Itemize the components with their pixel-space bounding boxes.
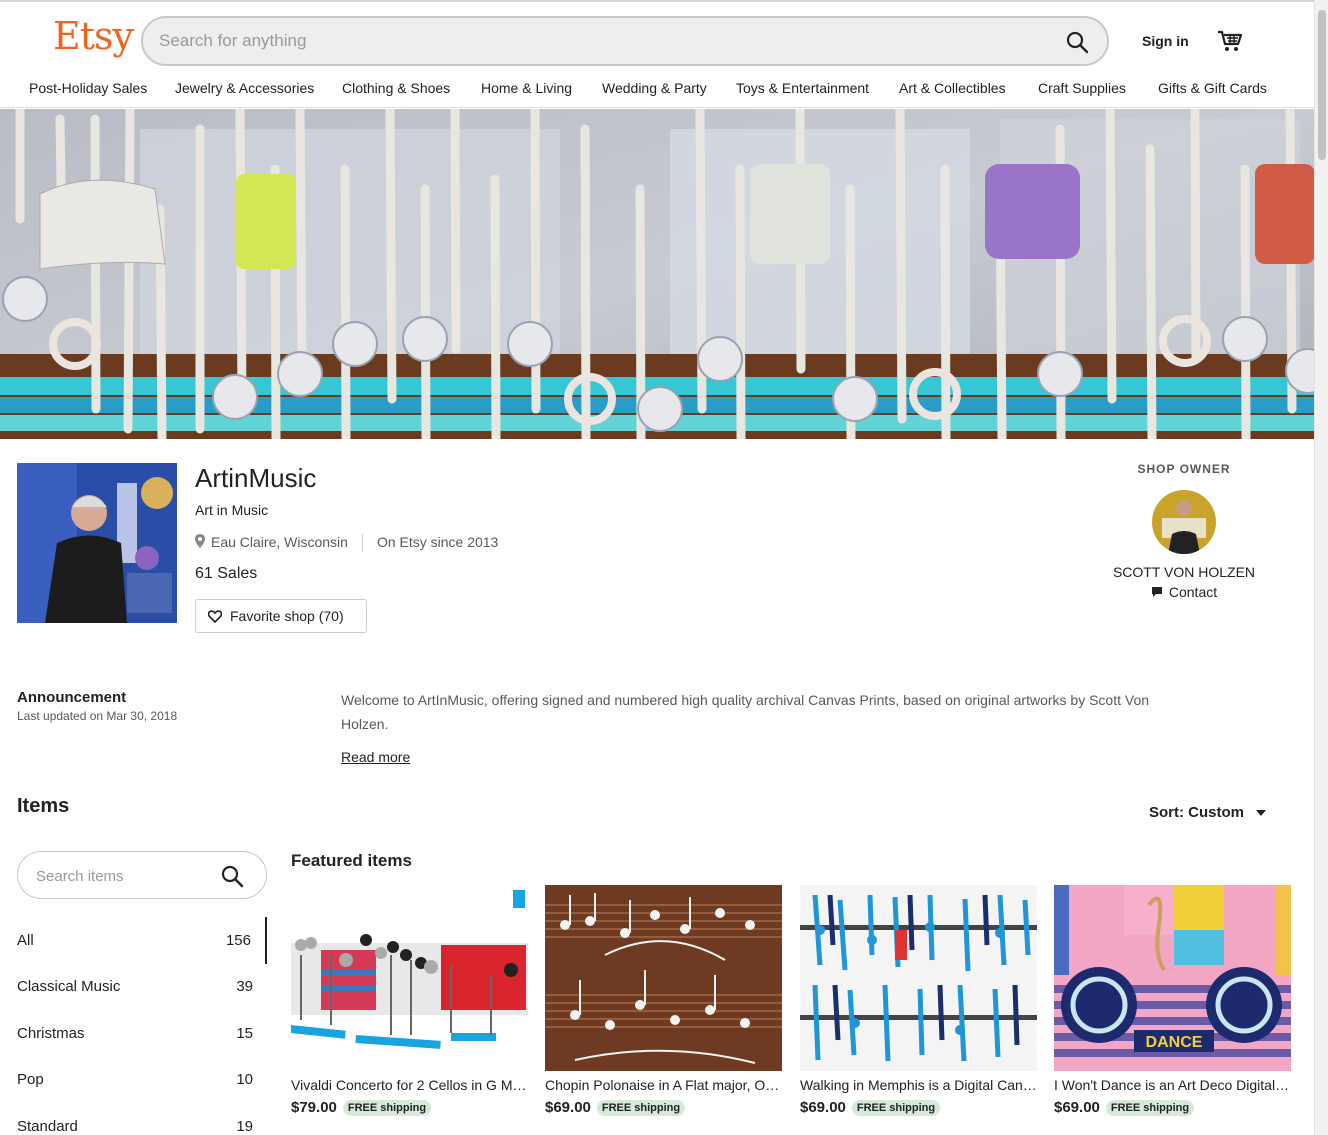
listing-image[interactable] [291, 885, 528, 1071]
owner-name[interactable]: SCOTT VON HOLZEN [1100, 564, 1268, 580]
shop-owner-label: SHOP OWNER [1137, 462, 1231, 476]
contact-label: Contact [1168, 584, 1218, 600]
category-link[interactable]: Gifts & Gift Cards [1158, 80, 1267, 96]
listing-image[interactable]: DANCE [1054, 885, 1291, 1071]
category-label: All [17, 931, 34, 949]
items-heading: Items [17, 795, 70, 817]
announcement-updated: Last updated on Mar 30, 2018 [17, 709, 178, 723]
listing-image[interactable] [545, 885, 782, 1071]
listing-card[interactable]: Chopin Polonaise in A Flat major, Op. 53… [545, 885, 782, 1116]
shop-since: On Etsy since 2013 [376, 534, 499, 550]
shop-search-input[interactable] [36, 866, 216, 886]
listing-price: $79.00 [291, 1099, 337, 1116]
category-item-classical-music[interactable]: Classical Music 39 [17, 964, 267, 1011]
category-count: 15 [236, 1024, 253, 1042]
listing-image[interactable] [800, 885, 1037, 1071]
listing-price: $69.00 [800, 1099, 846, 1116]
etsy-logo[interactable]: Etsy [53, 14, 134, 58]
listing-title[interactable]: I Won't Dance is an Art Deco Digital Pri… [1054, 1077, 1291, 1093]
caret-down-icon [1256, 809, 1266, 816]
meta-divider [361, 534, 363, 553]
announcement-text: Welcome to ArtInMusic, offering signed a… [341, 692, 1150, 732]
shop-meta: Eau Claire, Wisconsin On Etsy since 2013 [195, 534, 499, 553]
category-label: Classical Music [17, 978, 121, 996]
cart-icon[interactable] [1217, 28, 1243, 54]
sort-label: Sort: Custom [1149, 804, 1244, 821]
listing-title[interactable]: Walking in Memphis is a Digital Canvas P… [800, 1077, 1037, 1093]
featured-items-heading: Featured items [291, 851, 412, 870]
listing-card[interactable]: Vivaldi Concerto for 2 Cellos in G Minor… [291, 885, 528, 1116]
shop-banner [0, 109, 1314, 439]
listing-price-row: $69.00 FREE shipping [545, 1099, 782, 1116]
shop-tagline: Art in Music [195, 502, 269, 518]
svg-text:DANCE: DANCE [1146, 1034, 1203, 1051]
listing-price: $69.00 [545, 1099, 591, 1116]
category-link[interactable]: Art & Collectibles [899, 80, 1006, 96]
shop-name: ArtinMusic [195, 463, 317, 493]
category-count: 39 [236, 978, 253, 996]
shop-icon-image [17, 463, 177, 623]
announcement-title: Announcement [17, 689, 127, 706]
message-icon [1151, 587, 1162, 597]
category-link[interactable]: Toys & Entertainment [736, 80, 869, 96]
category-link[interactable]: Wedding & Party [602, 80, 707, 96]
category-link[interactable]: Home & Living [481, 80, 572, 96]
category-label: Standard [17, 1117, 78, 1135]
category-link[interactable]: Post-Holiday Sales [29, 80, 147, 96]
sign-in-link[interactable]: Sign in [1142, 33, 1189, 49]
listing-card[interactable]: Walking in Memphis is a Digital Canvas P… [800, 885, 1037, 1116]
free-shipping-badge: FREE shipping [342, 1099, 432, 1116]
listing-price-row: $69.00 FREE shipping [800, 1099, 1037, 1116]
favorite-shop-label: Favorite shop (70) [230, 608, 344, 624]
category-count: 156 [225, 931, 251, 949]
global-search-input[interactable] [159, 30, 1039, 52]
category-item-christmas[interactable]: Christmas 15 [17, 1010, 267, 1057]
listing-price-row: $79.00 FREE shipping [291, 1099, 528, 1116]
heart-icon [208, 609, 222, 623]
read-more-link[interactable]: Read more [341, 749, 410, 765]
owner-avatar[interactable] [1152, 490, 1216, 554]
listing-title[interactable]: Vivaldi Concerto for 2 Cellos in G Minor [291, 1077, 528, 1093]
category-link[interactable]: Craft Supplies [1038, 80, 1126, 96]
shop-location: Eau Claire, Wisconsin [211, 534, 348, 550]
listing-price: $69.00 [1054, 1099, 1100, 1116]
item-category-list: All 156 Classical Music 39 Christmas 15 … [17, 917, 267, 1135]
category-item-standard[interactable]: Standard 19 [17, 1103, 267, 1135]
category-link[interactable]: Jewelry & Accessories [175, 80, 314, 96]
listing-card[interactable]: DANCE I Won't Dance is an Art Deco Digit… [1054, 885, 1291, 1116]
shop-search-bar [17, 851, 267, 899]
category-count: 10 [236, 1071, 253, 1089]
category-link[interactable]: Clothing & Shoes [342, 80, 450, 96]
category-label: Pop [17, 1071, 44, 1089]
shop-sales-count[interactable]: 61 Sales [195, 565, 257, 583]
shop-owner-panel: SHOP OWNER SCOTT VON HOLZEN Contact [1100, 462, 1268, 603]
category-item-all[interactable]: All 156 [17, 917, 267, 964]
category-item-pop[interactable]: Pop 10 [17, 1057, 267, 1104]
banner-artwork [0, 109, 1314, 439]
contact-owner-link[interactable]: Contact [1151, 584, 1217, 600]
free-shipping-badge: FREE shipping [1105, 1099, 1195, 1116]
search-icon[interactable] [1065, 30, 1089, 54]
category-label: Christmas [17, 1024, 85, 1042]
listing-price-row: $69.00 FREE shipping [1054, 1099, 1291, 1116]
free-shipping-badge: FREE shipping [851, 1099, 941, 1116]
free-shipping-badge: FREE shipping [596, 1099, 686, 1116]
sort-dropdown[interactable]: Sort: Custom [1149, 804, 1266, 821]
site-header: Etsy Sign in Post-Holiday Sales Jewelry … [0, 0, 1314, 108]
category-count: 19 [236, 1117, 253, 1135]
category-nav: Post-Holiday Sales Jewelry & Accessories… [0, 80, 1314, 104]
page-scrollbar[interactable] [1314, 0, 1328, 1135]
scrollbar-thumb[interactable] [1318, 10, 1326, 160]
favorite-shop-button[interactable]: Favorite shop (70) [195, 599, 367, 633]
listing-title[interactable]: Chopin Polonaise in A Flat major, Op. 53 [545, 1077, 782, 1093]
search-icon[interactable] [220, 864, 244, 888]
location-pin-icon [195, 534, 205, 548]
global-search-bar [141, 16, 1109, 66]
